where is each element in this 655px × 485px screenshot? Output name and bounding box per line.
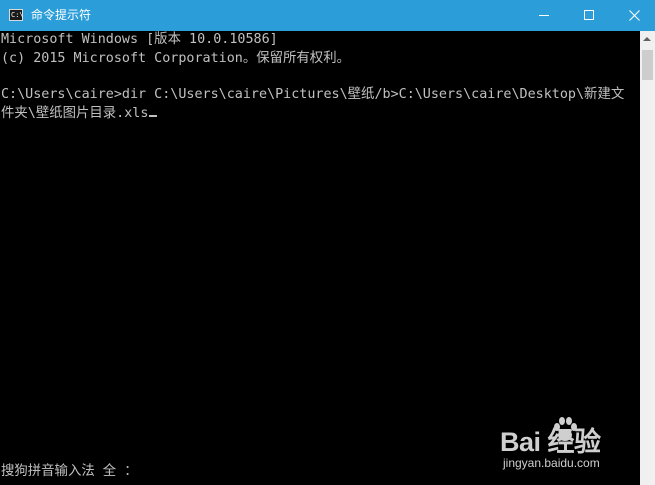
console-line-command: C:\Users\caire>dir C:\Users\caire\Pictur… — [1, 87, 625, 102]
minimize-icon — [539, 15, 549, 16]
ime-status-bar[interactable]: 搜狗拼音输入法 全 ： — [1, 463, 138, 480]
console-line-version: Microsoft Windows [版本 10.0.10586] — [1, 32, 278, 47]
title-bar[interactable]: C:\ 命令提示符 — [0, 0, 655, 31]
console-line-command-cont: 件夹\壁纸图片目录.xls — [1, 105, 158, 122]
close-button[interactable] — [611, 0, 655, 31]
scroll-up-button[interactable] — [640, 31, 655, 48]
cmd-icon[interactable]: C:\ — [9, 9, 24, 21]
close-icon — [629, 10, 640, 21]
watermark-site: jingyan.baidu.com — [503, 456, 600, 470]
window-title: 命令提示符 — [31, 8, 92, 22]
minimize-button[interactable] — [521, 0, 567, 31]
command-prompt-window: C:\ 命令提示符 Microsoft Windows [版本 10.0.105… — [0, 0, 655, 485]
console-line-copyright: (c) 2015 Microsoft Corporation。保留所有权利。 — [1, 51, 350, 66]
paw-icon — [554, 417, 577, 441]
scroll-thumb[interactable] — [642, 50, 653, 80]
chevron-up-icon — [643, 37, 651, 41]
maximize-icon — [584, 10, 594, 20]
text-cursor — [149, 115, 158, 117]
cmd-icon-glyph: C:\ — [11, 11, 24, 19]
baidu-jingyan-watermark: Bai 经验 jingyan.baidu.com — [498, 410, 648, 480]
command-continuation-text: 件夹\壁纸图片目录.xls — [1, 106, 149, 121]
maximize-button[interactable] — [566, 0, 612, 31]
